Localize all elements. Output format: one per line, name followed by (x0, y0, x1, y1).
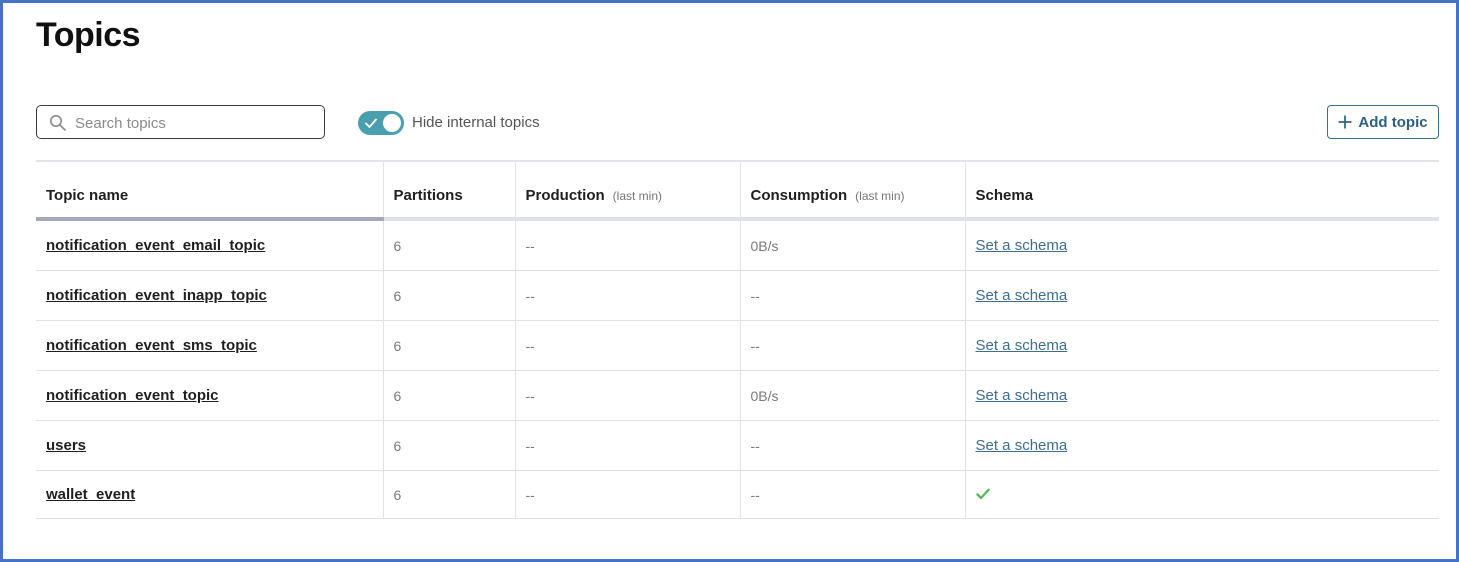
production-cell: -- (515, 219, 741, 271)
consumption-cell: -- (740, 320, 966, 371)
consumption-cell: 0B/s (740, 370, 966, 421)
schema-cell (965, 470, 1439, 519)
column-header-schema[interactable]: Schema (965, 161, 1439, 221)
column-header-consumption[interactable]: Consumption (last min) (740, 161, 966, 221)
hide-internal-label: Hide internal topics (412, 114, 540, 131)
set-schema-link[interactable]: Set a schema (976, 437, 1068, 454)
set-schema-link[interactable]: Set a schema (976, 287, 1068, 304)
topic-name-link[interactable]: wallet_event (46, 486, 135, 503)
column-header-partitions[interactable]: Partitions (383, 161, 516, 221)
production-sub-label: (last min) (612, 189, 663, 203)
consumption-cell: -- (740, 420, 966, 471)
consumption-cell: 0B/s (740, 219, 966, 271)
table-row: notification_event_topic 6 -- 0B/s Set a… (36, 370, 1439, 421)
plus-icon (1338, 115, 1352, 129)
topic-name-link[interactable]: notification_event_topic (46, 387, 219, 404)
add-topic-label: Add topic (1358, 113, 1428, 131)
partitions-cell: 6 (383, 320, 516, 371)
topic-name-link[interactable]: users (46, 437, 86, 454)
consumption-sub-label: (last min) (855, 189, 905, 203)
hide-internal-toggle[interactable] (358, 111, 404, 135)
production-cell: -- (515, 370, 741, 421)
partitions-cell: 6 (383, 470, 516, 519)
set-schema-link[interactable]: Set a schema (976, 337, 1068, 354)
search-box[interactable] (36, 105, 325, 139)
partitions-cell: 6 (383, 420, 516, 471)
toggle-knob (383, 114, 401, 132)
table-row: users 6 -- -- Set a schema (36, 420, 1439, 471)
consumption-cell: -- (740, 470, 966, 519)
check-icon (365, 118, 377, 128)
table-row: notification_event_inapp_topic 6 -- -- S… (36, 270, 1439, 321)
partitions-cell: 6 (383, 270, 516, 321)
table-header-row: Topic name Partitions Production (last mi… (36, 161, 1439, 221)
search-icon (50, 115, 66, 131)
production-cell: -- (515, 420, 741, 471)
production-cell: -- (515, 470, 741, 519)
consumption-cell: -- (740, 270, 966, 321)
topic-name-link[interactable]: notification_event_sms_topic (46, 337, 257, 354)
topic-name-link[interactable]: notification_event_inapp_topic (46, 287, 267, 304)
partitions-cell: 6 (383, 370, 516, 421)
table-row: notification_event_email_topic 6 -- 0B/s… (36, 219, 1439, 271)
table-row: notification_event_sms_topic 6 -- -- Set… (36, 320, 1439, 371)
table-row: wallet_event 6 -- -- (36, 470, 1439, 519)
production-cell: -- (515, 270, 741, 321)
check-icon (975, 488, 990, 499)
column-header-production[interactable]: Production (last min) (515, 161, 741, 221)
add-topic-button[interactable]: Add topic (1327, 105, 1439, 139)
set-schema-link[interactable]: Set a schema (976, 237, 1068, 254)
search-input[interactable] (73, 110, 317, 136)
column-header-topic-name[interactable]: Topic name (36, 161, 384, 221)
topic-name-link[interactable]: notification_event_email_topic (46, 237, 265, 254)
topics-table: Topic name Partitions Production (last mi… (36, 160, 1439, 519)
partitions-cell: 6 (383, 219, 516, 271)
page-title: Topics (36, 16, 141, 54)
production-cell: -- (515, 320, 741, 371)
set-schema-link[interactable]: Set a schema (976, 387, 1068, 404)
